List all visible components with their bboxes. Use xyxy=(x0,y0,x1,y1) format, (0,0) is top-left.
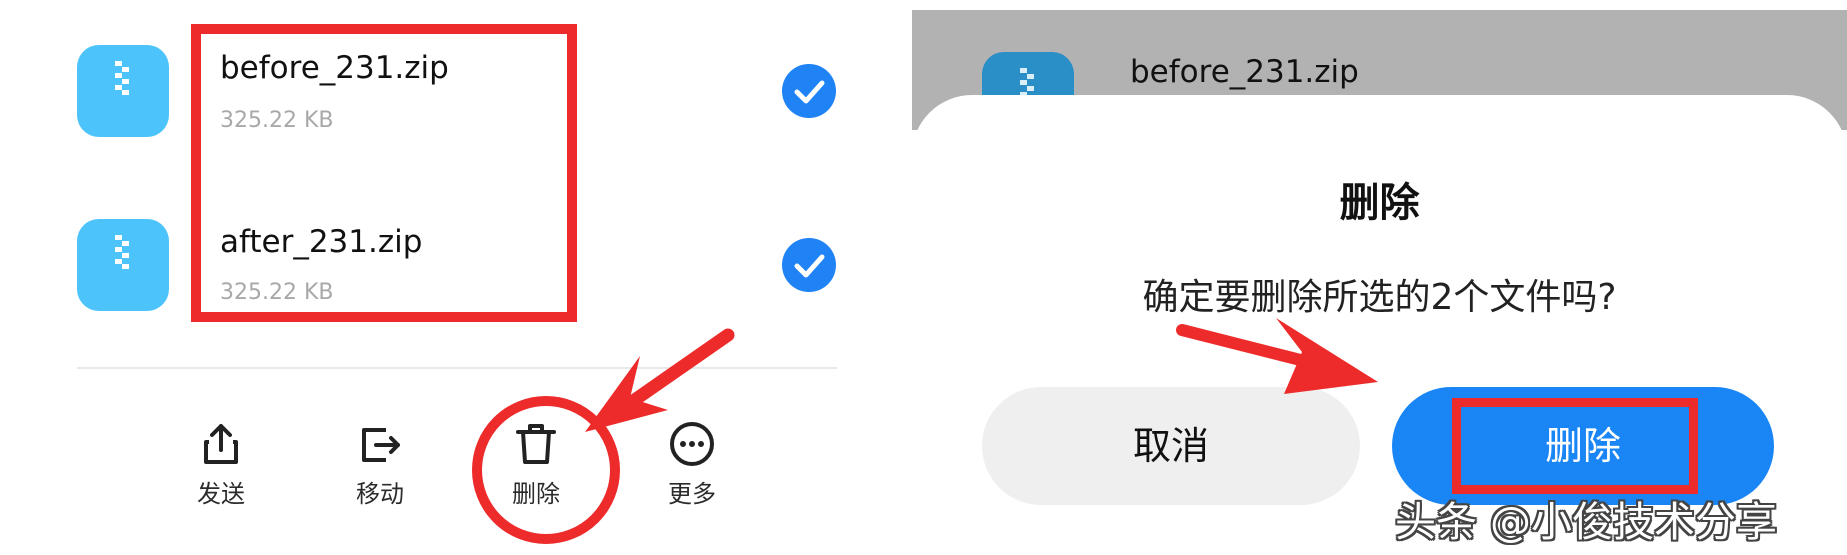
annotation-arrow xyxy=(1176,318,1378,394)
delete-dialog-panel: before_231.zip 删除 确定要删除所选的2个文件吗? 取消 删除 头… xyxy=(912,0,1847,555)
watermark: 头条 @小俊技术分享 xyxy=(1395,498,1778,546)
file-selection-panel: before_231.zip 325.22 KB after_231.zip 3… xyxy=(0,0,900,555)
annotation-arrow xyxy=(585,328,735,432)
